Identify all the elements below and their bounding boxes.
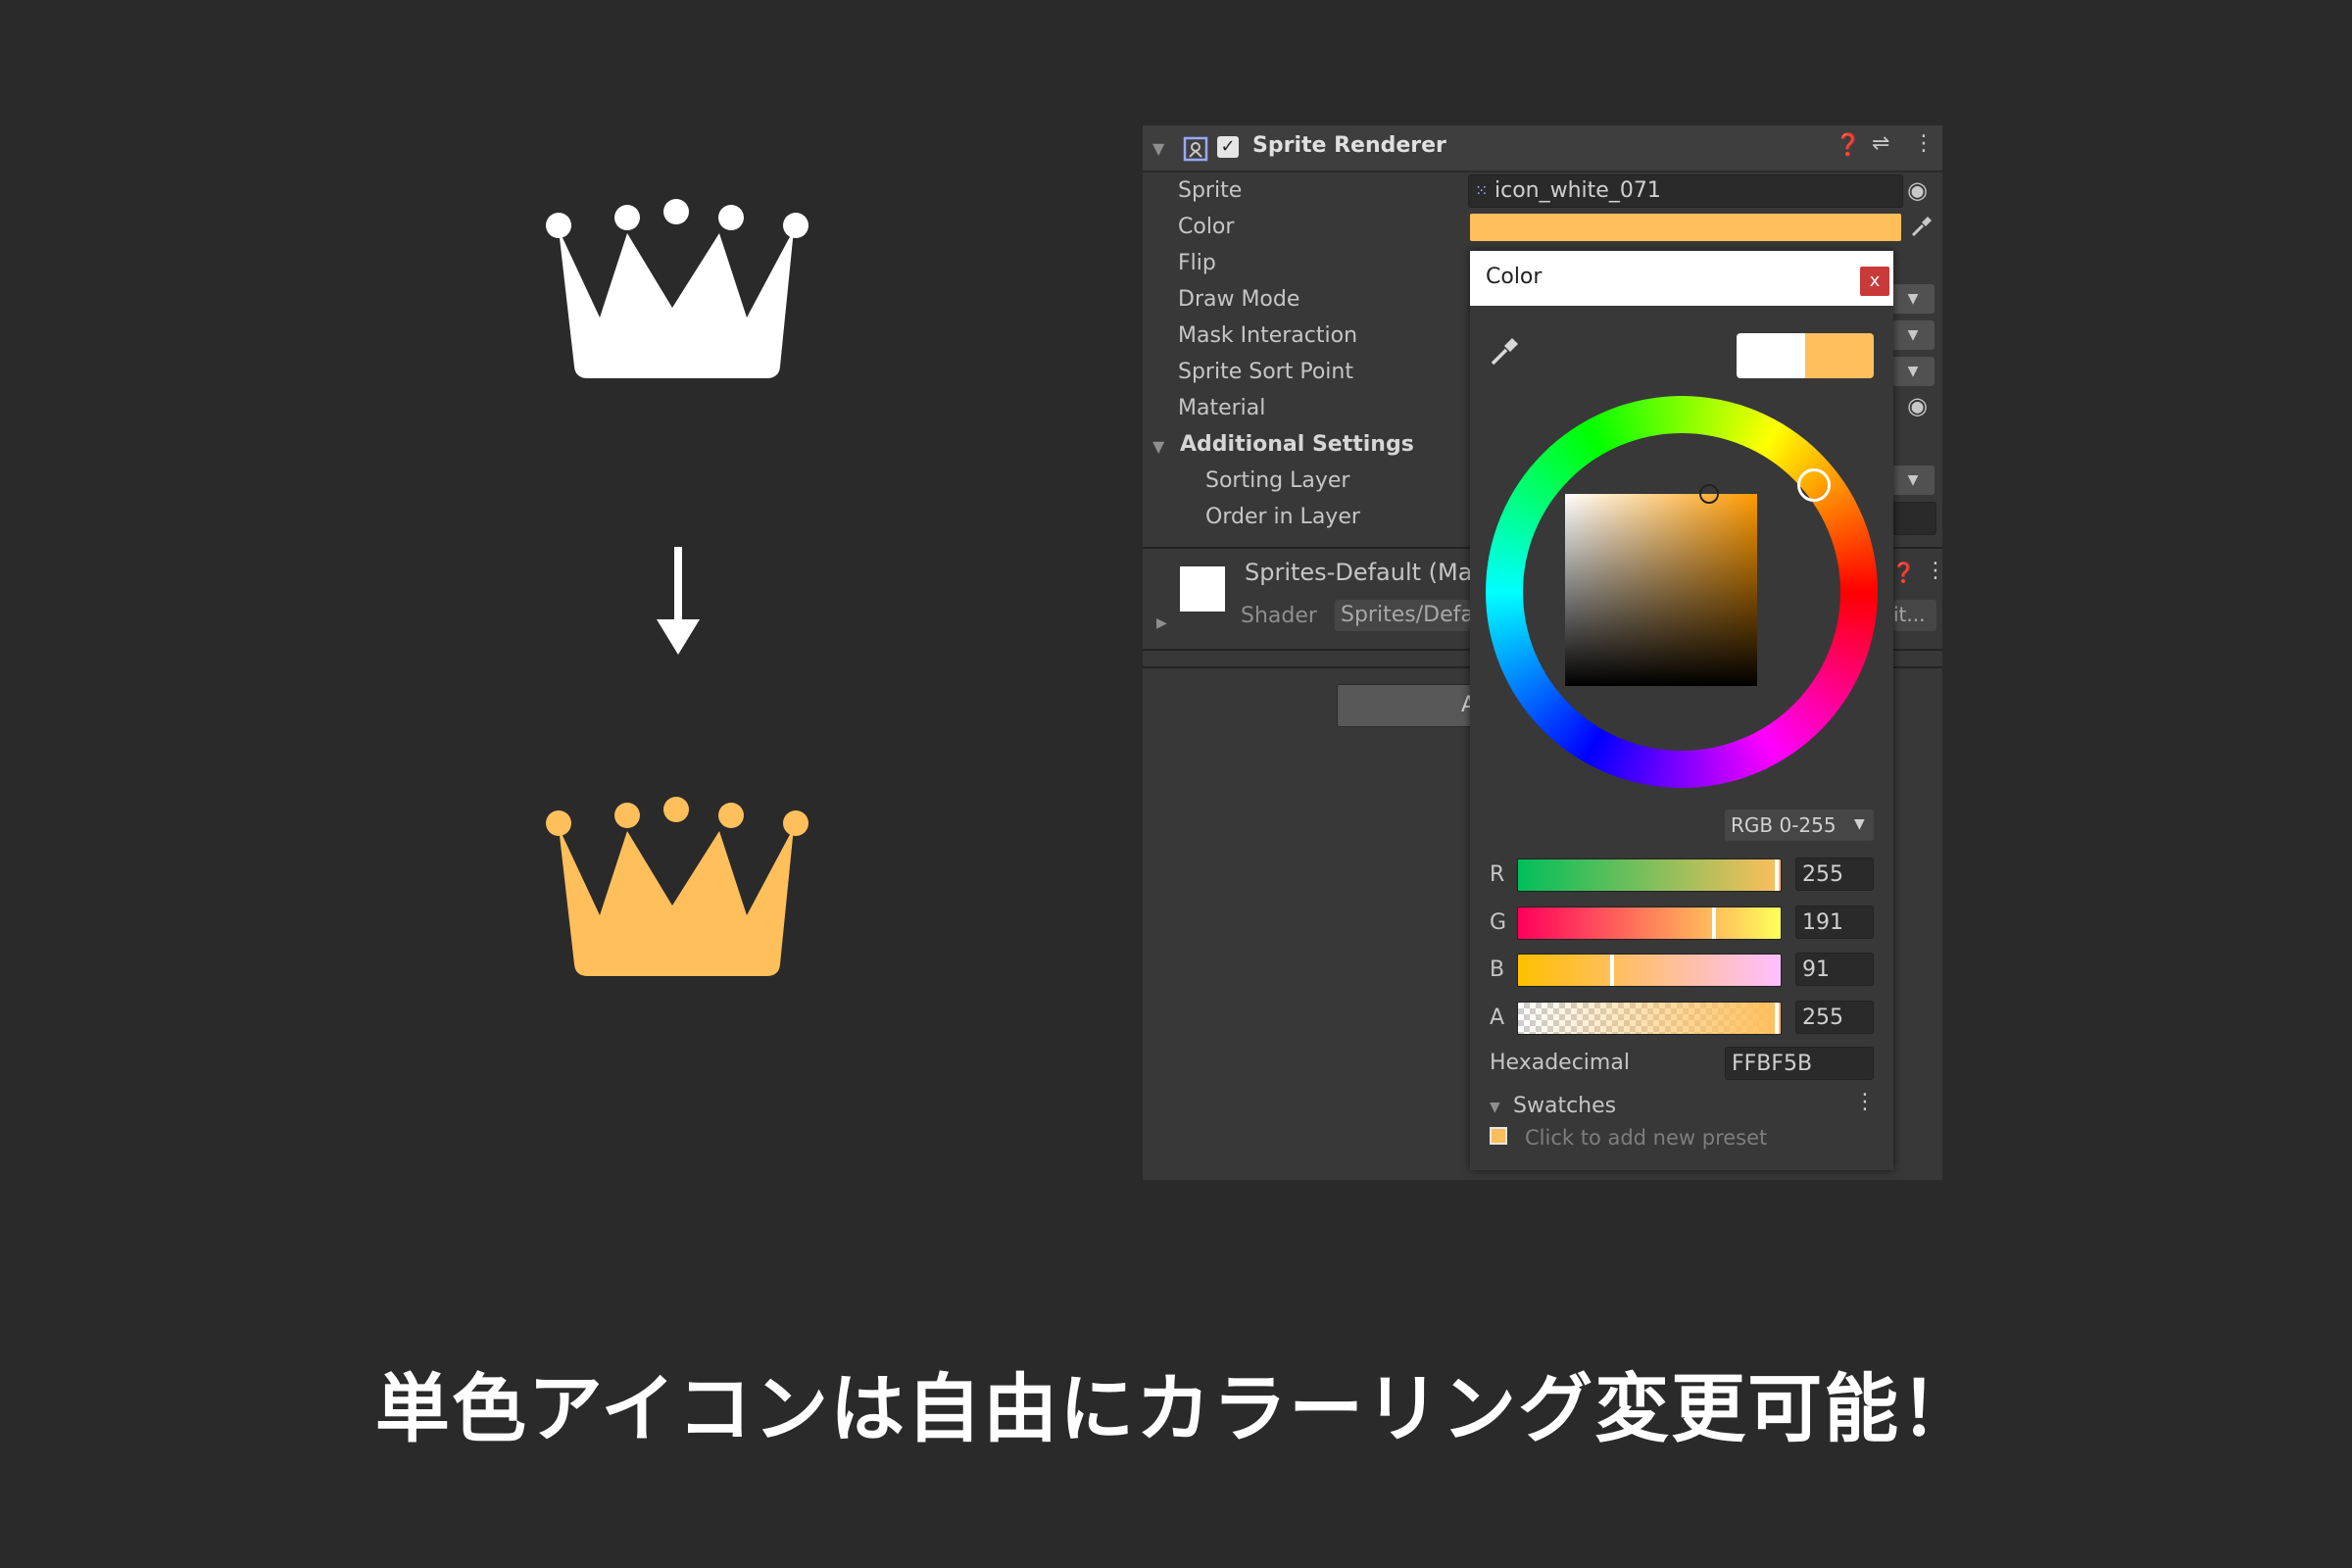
- color-mode-dropdown[interactable]: RGB 0-255 ▼: [1725, 809, 1874, 841]
- chevron-down-icon: ▼: [1854, 816, 1865, 832]
- color-preview: [1737, 333, 1874, 378]
- sprite-picker-icon[interactable]: ◉: [1907, 176, 1928, 204]
- presets-icon[interactable]: ⇌: [1872, 131, 1889, 156]
- saturation-value-square[interactable]: [1565, 494, 1757, 686]
- saturation-value-handle[interactable]: [1699, 484, 1719, 504]
- label-material: Material: [1178, 396, 1266, 420]
- hue-wheel-handle[interactable]: [1797, 468, 1831, 502]
- current-color: [1805, 333, 1874, 378]
- previous-color: [1737, 333, 1805, 378]
- preset-swatch[interactable]: [1490, 1127, 1507, 1145]
- add-component-button[interactable]: A: [1337, 684, 1476, 727]
- material-more-icon[interactable]: ⋮: [1925, 559, 1946, 583]
- green-slider-handle[interactable]: [1712, 907, 1716, 939]
- swatches-more-icon[interactable]: ⋮: [1854, 1090, 1876, 1114]
- color-picker-window: Color x RGB 0-255 ▼ R 255 G 191 B 91 A 2…: [1470, 251, 1893, 1170]
- channel-label-a: A: [1490, 1005, 1505, 1030]
- sprite-field[interactable]: ⁙ icon_white_071: [1468, 174, 1903, 208]
- shader-value: Sprites/Defau: [1341, 603, 1470, 627]
- hexadecimal-field[interactable]: FFBF5B: [1725, 1047, 1874, 1080]
- material-picker-icon[interactable]: ◉: [1907, 392, 1928, 419]
- arrow-down-icon: [657, 547, 700, 655]
- order-in-layer-field[interactable]: [1891, 502, 1936, 535]
- close-button[interactable]: x: [1860, 267, 1889, 296]
- label-order-in-layer: Order in Layer: [1205, 505, 1360, 529]
- mask-interaction-dropdown[interactable]: ▼: [1891, 320, 1935, 350]
- add-preset-label[interactable]: Click to add new preset: [1525, 1126, 1767, 1150]
- alpha-slider-handle[interactable]: [1775, 1003, 1779, 1034]
- sorting-layer-dropdown[interactable]: ▼: [1891, 466, 1935, 495]
- material-thumbnail: [1180, 566, 1225, 612]
- additional-settings-foldout-icon[interactable]: ▼: [1152, 437, 1164, 456]
- color-field[interactable]: [1470, 214, 1901, 241]
- label-sorting-layer: Sorting Layer: [1205, 468, 1350, 493]
- label-sprite: Sprite: [1178, 178, 1243, 203]
- swatches-foldout-icon[interactable]: ▼: [1490, 1100, 1500, 1115]
- sprite-sort-point-dropdown[interactable]: ▼: [1891, 357, 1935, 386]
- green-value-field[interactable]: 191: [1795, 906, 1874, 939]
- additional-settings-label[interactable]: Additional Settings: [1180, 432, 1414, 457]
- green-slider[interactable]: [1517, 906, 1782, 940]
- material-edit-button[interactable]: it...: [1893, 600, 1936, 631]
- material-edit-label: it...: [1893, 603, 1926, 626]
- hexadecimal-label: Hexadecimal: [1490, 1051, 1630, 1075]
- sprite-renderer-icon: [1183, 136, 1208, 162]
- label-color: Color: [1178, 215, 1235, 239]
- blue-slider[interactable]: [1517, 954, 1782, 987]
- shader-label: Shader: [1241, 604, 1317, 628]
- component-header[interactable]: ▼ ✓ Sprite Renderer ❓ ⇌ ⋮: [1143, 125, 1942, 172]
- help-icon[interactable]: ❓: [1835, 133, 1861, 158]
- caption-text: 単色アイコンは自由にカラーリング変更可能！: [374, 1365, 1978, 1452]
- label-mask-interaction: Mask Interaction: [1178, 323, 1358, 348]
- color-mode-value: RGB 0-255: [1731, 813, 1837, 837]
- sprite-asset-icon: ⁙: [1475, 181, 1489, 200]
- eyedropper-icon[interactable]: [1488, 335, 1521, 368]
- material-foldout-icon[interactable]: ▶: [1156, 615, 1167, 631]
- blue-value-field[interactable]: 91: [1795, 953, 1874, 986]
- channel-label-b: B: [1490, 957, 1505, 982]
- swatches-label[interactable]: Swatches: [1513, 1094, 1616, 1118]
- crown-white-icon: [545, 192, 809, 382]
- draw-mode-dropdown[interactable]: ▼: [1891, 284, 1935, 314]
- eyedropper-icon[interactable]: [1909, 214, 1935, 239]
- color-picker-titlebar[interactable]: Color x: [1470, 251, 1893, 306]
- red-slider-handle[interactable]: [1775, 859, 1779, 891]
- material-help-icon[interactable]: ❓: [1891, 561, 1916, 584]
- label-sprite-sort-point: Sprite Sort Point: [1178, 360, 1353, 384]
- alpha-slider[interactable]: [1517, 1002, 1782, 1035]
- label-draw-mode: Draw Mode: [1178, 287, 1300, 312]
- material-name: Sprites-Default (Ma: [1245, 559, 1473, 586]
- blue-slider-handle[interactable]: [1610, 955, 1614, 986]
- label-flip: Flip: [1178, 251, 1216, 275]
- channel-label-g: G: [1490, 910, 1507, 935]
- alpha-value-field[interactable]: 255: [1795, 1001, 1874, 1034]
- red-slider[interactable]: [1517, 858, 1782, 892]
- crown-tinted-icon: [545, 790, 809, 980]
- sprite-field-value: icon_white_071: [1494, 178, 1661, 203]
- component-title: Sprite Renderer: [1252, 133, 1446, 158]
- color-picker-title: Color: [1486, 265, 1543, 289]
- more-options-icon[interactable]: ⋮: [1913, 131, 1935, 156]
- channel-label-r: R: [1490, 862, 1505, 887]
- component-enabled-checkbox[interactable]: ✓: [1217, 136, 1239, 158]
- shader-dropdown[interactable]: Sprites/Defau: [1335, 600, 1470, 631]
- red-value-field[interactable]: 255: [1795, 858, 1874, 891]
- foldout-arrow-icon[interactable]: ▼: [1152, 139, 1164, 158]
- value-gradient: [1565, 494, 1757, 686]
